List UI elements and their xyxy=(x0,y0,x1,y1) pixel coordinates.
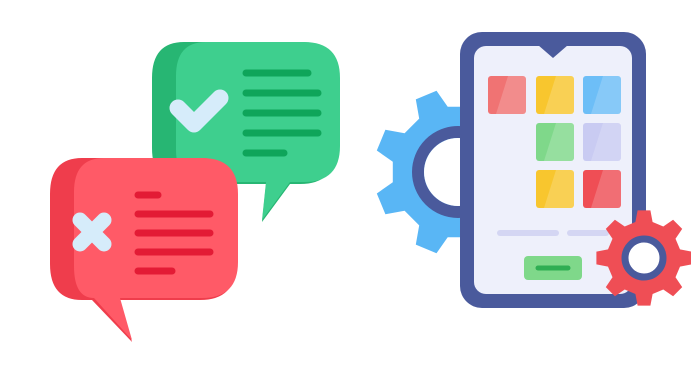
rejected-message-bubble xyxy=(50,158,238,342)
apps-feedback-illustration xyxy=(50,32,691,342)
small-gear xyxy=(596,210,691,306)
gear-hub xyxy=(621,235,667,281)
close-icon xyxy=(72,212,112,252)
